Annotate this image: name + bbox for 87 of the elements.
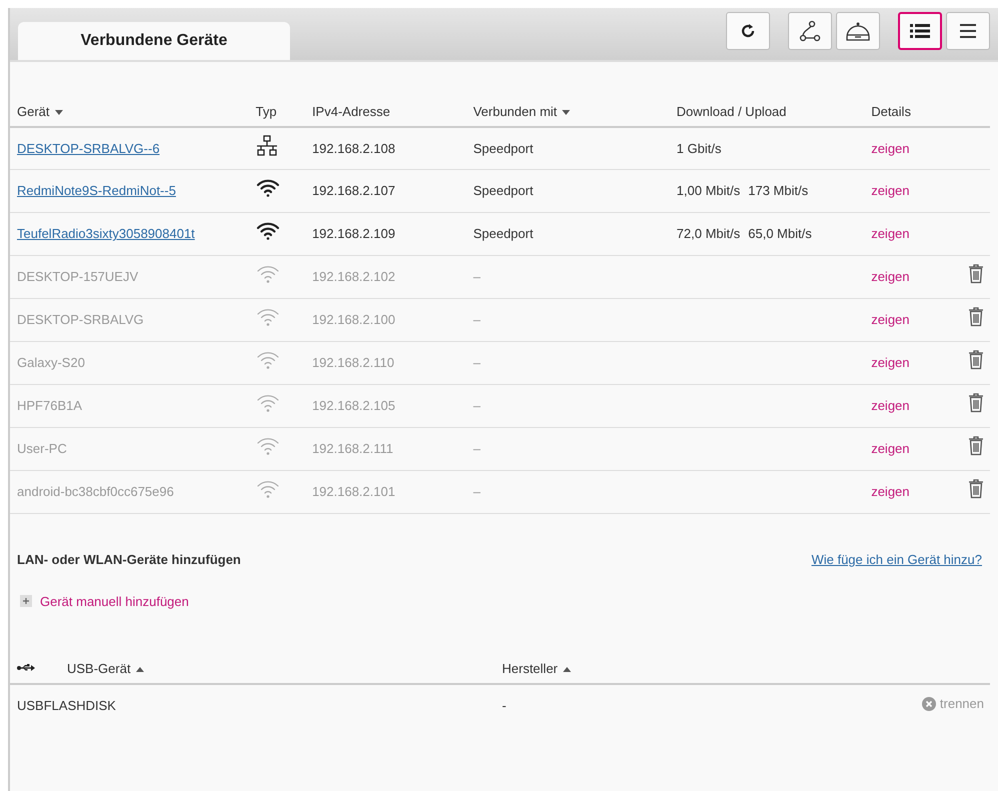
refresh-button[interactable] — [726, 12, 770, 50]
tab[interactable]: Verbundene Geräte — [18, 22, 290, 60]
help-link[interactable]: Wie füge ich ein Gerät hinzu? — [811, 550, 982, 570]
network-icon — [256, 134, 278, 156]
ip-address: 192.168.2.105 — [312, 398, 396, 414]
column-header[interactable]: USB-Gerät — [67, 661, 131, 676]
router-button[interactable] — [836, 12, 880, 50]
trash-icon[interactable] — [968, 436, 984, 456]
connected-to: Speedport — [473, 226, 534, 242]
usb-icon — [17, 663, 35, 673]
connected-to: – — [473, 484, 480, 500]
device-name: DESKTOP-157UEJV — [17, 269, 138, 284]
list-icon — [910, 23, 930, 39]
column-header: Download / Upload — [676, 104, 786, 119]
wifi-icon — [256, 307, 280, 328]
ip-address: 192.168.2.100 — [312, 312, 396, 328]
list-button[interactable] — [898, 12, 942, 50]
connected-to: – — [473, 398, 480, 414]
menu-button[interactable] — [946, 12, 990, 50]
upload-rate: 65,0 Mbit/s — [748, 226, 812, 242]
download-rate: 72,0 Mbit/s — [676, 226, 740, 242]
wifi-icon — [256, 393, 280, 414]
column-header: Details — [871, 104, 911, 119]
connected-to: – — [473, 269, 480, 284]
device-name[interactable]: RedmiNote9S-RedmiNot--5 — [17, 183, 176, 198]
trash-icon[interactable] — [968, 307, 984, 328]
details-link[interactable]: zeigen — [871, 269, 910, 284]
column-header: Typ — [256, 104, 277, 119]
device-name: Galaxy-S20 — [17, 355, 85, 370]
connected-to: – — [473, 312, 480, 328]
wifi-icon — [256, 436, 280, 456]
connected-to: – — [473, 441, 480, 456]
details-link[interactable]: zeigen — [871, 484, 910, 500]
sort-caret-icon[interactable] — [562, 667, 571, 672]
trash-icon[interactable] — [968, 479, 984, 500]
download-rate: 1,00 Mbit/s — [676, 183, 740, 198]
ip-address: 192.168.2.109 — [312, 226, 396, 242]
device-name: android-bc38cbf0cc675e96 — [17, 484, 174, 500]
connected-to: Speedport — [473, 183, 534, 198]
disconnect-button[interactable]: trennen — [922, 694, 984, 714]
device-name: HPF76B1A — [17, 398, 82, 414]
sort-caret-icon[interactable] — [54, 110, 63, 116]
column-header: IPv4-Adresse — [312, 104, 390, 119]
wifi-icon — [256, 178, 280, 198]
ip-address: 192.168.2.108 — [312, 140, 396, 156]
details-link[interactable]: zeigen — [871, 355, 910, 370]
details-link[interactable]: zeigen — [871, 226, 910, 242]
trash-icon[interactable] — [968, 350, 984, 370]
connected-to: – — [473, 355, 480, 370]
download-rate: 1 Gbit/s — [676, 140, 722, 156]
ip-address: 192.168.2.107 — [312, 183, 396, 198]
plus-icon[interactable] — [20, 595, 32, 608]
ip-address: 192.168.2.101 — [312, 484, 396, 500]
ip-address: 192.168.2.102 — [312, 269, 396, 284]
usb-device-name: USBFLASHDISK — [17, 698, 116, 713]
column-header[interactable]: Verbunden mit — [473, 104, 558, 119]
wifi-icon — [256, 479, 280, 500]
add-device-link[interactable]: Gerät manuell hinzufügen — [40, 592, 189, 611]
manufacturer: - — [502, 698, 506, 713]
ip-address: 192.168.2.111 — [312, 441, 394, 456]
device-name[interactable]: DESKTOP-SRBALVG--6 — [17, 140, 160, 156]
section-title: LAN- oder WLAN-Geräte hinzufügen — [17, 551, 241, 569]
wifi-icon — [256, 350, 280, 370]
device-name: User-PC — [17, 441, 67, 456]
trash-icon[interactable] — [968, 393, 984, 414]
details-link[interactable]: zeigen — [871, 398, 910, 414]
sort-caret-icon[interactable] — [136, 667, 144, 672]
ip-address: 192.168.2.110 — [312, 355, 394, 370]
column-header[interactable]: Hersteller — [502, 661, 558, 676]
details-link[interactable]: zeigen — [871, 441, 910, 456]
trash-icon[interactable] — [968, 264, 984, 284]
menu-icon — [960, 24, 976, 38]
details-link[interactable]: zeigen — [871, 312, 910, 328]
connected-to: Speedport — [473, 140, 534, 156]
wifi-icon — [256, 264, 280, 284]
device-name[interactable]: TeufelRadio3sixty3058908401t — [17, 226, 195, 242]
details-link[interactable]: zeigen — [871, 140, 910, 156]
wifi-icon — [256, 221, 280, 242]
nodes-icon — [799, 20, 821, 42]
nodes-button[interactable] — [788, 12, 832, 50]
upload-rate: 173 Mbit/s — [748, 183, 808, 198]
details-link[interactable]: zeigen — [871, 183, 910, 198]
refresh-icon — [740, 23, 756, 39]
device-name: DESKTOP-SRBALVG — [17, 312, 144, 328]
sort-caret-icon[interactable] — [562, 110, 570, 116]
close-icon — [922, 697, 936, 712]
column-header[interactable]: Gerät — [17, 104, 50, 119]
